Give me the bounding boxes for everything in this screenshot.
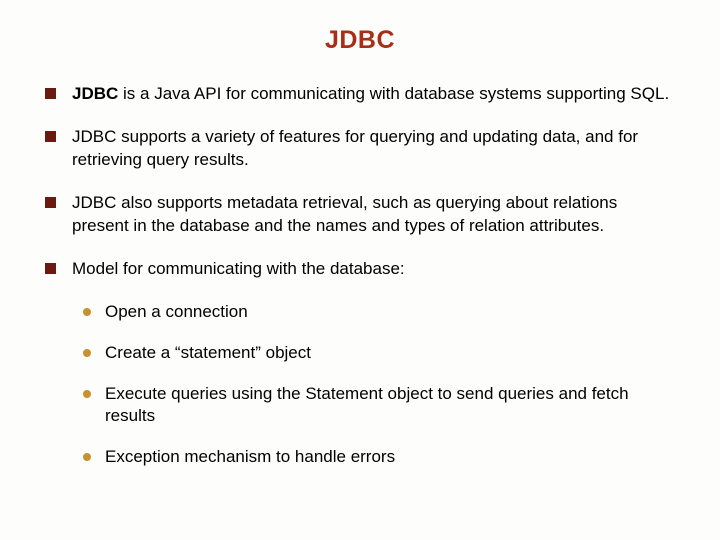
subbullet-text: Execute queries using the Statement obje… (105, 383, 675, 429)
bullet-item-4: Model for communicating with the databas… (45, 258, 675, 281)
circle-bullet-icon (83, 453, 91, 461)
circle-bullet-icon (83, 349, 91, 357)
subbullet-item-3: Execute queries using the Statement obje… (83, 383, 675, 429)
subbullet-item-2: Create a “statement” object (83, 342, 675, 365)
circle-bullet-icon (83, 390, 91, 398)
subbullet-item-1: Open a connection (83, 301, 675, 324)
subbullet-text: Create a “statement” object (105, 342, 675, 365)
slide-title: JDBC (45, 26, 675, 55)
bullet-text: Model for communicating with the databas… (72, 258, 675, 281)
bullet-text: JDBC supports a variety of features for … (72, 126, 675, 172)
bullet-item-1: JDBC is a Java API for communicating wit… (45, 83, 675, 106)
square-bullet-icon (45, 263, 56, 274)
square-bullet-icon (45, 88, 56, 99)
bold-term: JDBC (72, 84, 118, 103)
subbullet-text: Exception mechanism to handle errors (105, 446, 675, 469)
bullet-item-2: JDBC supports a variety of features for … (45, 126, 675, 172)
circle-bullet-icon (83, 308, 91, 316)
square-bullet-icon (45, 197, 56, 208)
subbullet-text: Open a connection (105, 301, 675, 324)
slide: JDBC JDBC is a Java API for communicatin… (0, 0, 720, 507)
bullet-text: JDBC is a Java API for communicating wit… (72, 83, 675, 106)
bullet-text: JDBC also supports metadata retrieval, s… (72, 192, 675, 238)
bullet-item-3: JDBC also supports metadata retrieval, s… (45, 192, 675, 238)
rest-text: is a Java API for communicating with dat… (118, 84, 669, 103)
square-bullet-icon (45, 131, 56, 142)
subbullet-item-4: Exception mechanism to handle errors (83, 446, 675, 469)
